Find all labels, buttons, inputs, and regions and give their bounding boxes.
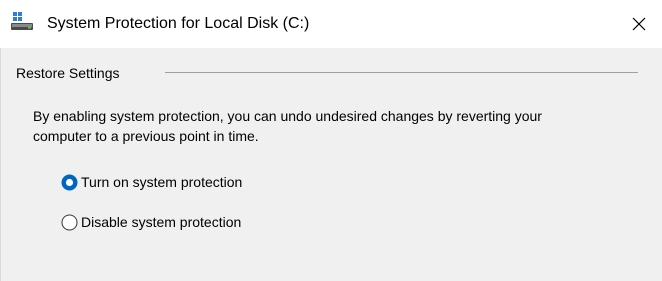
group-divider bbox=[165, 72, 638, 73]
window-title: System Protection for Local Disk (C:) bbox=[47, 15, 310, 32]
disable-protection-option[interactable]: Disable system protection bbox=[61, 211, 241, 233]
radio-selected-icon[interactable] bbox=[61, 174, 78, 191]
system-drive-icon bbox=[11, 12, 33, 32]
restore-settings-group-label: Restore Settings bbox=[16, 65, 120, 81]
turn-on-protection-label[interactable]: Turn on system protection bbox=[81, 172, 242, 192]
close-button[interactable] bbox=[616, 0, 662, 48]
protection-description: By enabling system protection, you can u… bbox=[33, 108, 542, 144]
disable-protection-label[interactable]: Disable system protection bbox=[81, 212, 241, 232]
turn-on-protection-option[interactable]: Turn on system protection bbox=[61, 171, 242, 193]
window-border bbox=[0, 48, 1, 281]
close-icon bbox=[632, 17, 646, 31]
radio-unselected-icon[interactable] bbox=[61, 214, 78, 231]
system-protection-dialog: System Protection for Local Disk (C:) Re… bbox=[0, 0, 662, 281]
title-bar: System Protection for Local Disk (C:) bbox=[0, 0, 662, 48]
